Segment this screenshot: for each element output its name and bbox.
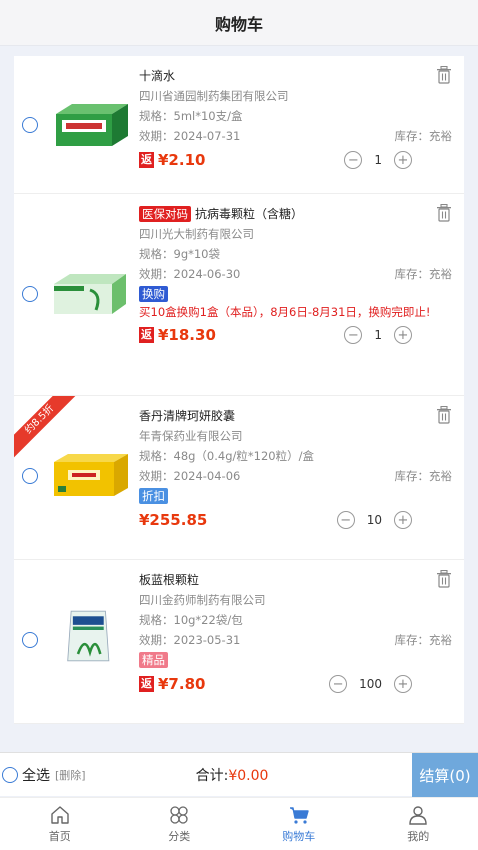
quantity-value[interactable]: 1 xyxy=(374,153,382,167)
price: ¥255.85 xyxy=(139,511,208,529)
plus-button[interactable]: + xyxy=(394,675,412,693)
item-select-radio[interactable] xyxy=(22,632,38,648)
tab-cart[interactable]: 购物车 xyxy=(239,798,359,850)
item-select-radio[interactable] xyxy=(22,286,38,302)
quantity-stepper: − 100 + xyxy=(329,675,412,693)
manufacturer: 四川金药师制药有限公司 xyxy=(139,593,266,607)
delete-icon[interactable] xyxy=(436,570,452,588)
quantity-stepper: − 1 + xyxy=(344,326,412,344)
spec: 规格：5ml*10支/盒 xyxy=(139,109,243,123)
product-name[interactable]: 十滴水 xyxy=(139,66,452,86)
spec: 规格：10g*22袋/包 xyxy=(139,613,243,627)
page-title: 购物车 xyxy=(214,14,263,34)
item-select-radio[interactable] xyxy=(22,117,38,133)
expiry: 效期：2024-07-31 xyxy=(139,129,241,143)
spec: 规格：48g（0.4g/粒*120粒）/盒 xyxy=(139,449,314,463)
product-name[interactable]: 香丹清牌珂妍胶囊 xyxy=(139,406,452,426)
select-all-label[interactable]: 全选 xyxy=(22,765,50,785)
delete-icon[interactable] xyxy=(436,204,452,222)
product-image xyxy=(67,610,110,662)
tab-label: 首页 xyxy=(48,830,71,843)
discount-badge: 折扣 xyxy=(139,488,168,504)
tab-profile[interactable]: 我的 xyxy=(359,798,478,850)
minus-button[interactable]: − xyxy=(329,675,348,693)
tab-label: 我的 xyxy=(407,830,430,843)
product-name[interactable]: 抗病毒颗粒（含糖） xyxy=(195,207,303,221)
expiry: 效期：2023-05-31 xyxy=(139,633,241,647)
user-icon xyxy=(409,806,427,825)
delete-icon[interactable] xyxy=(436,66,452,84)
stock: 库存：充裕 xyxy=(394,469,453,483)
plus-button[interactable]: + xyxy=(394,511,412,529)
insurance-tag: 医保对码 xyxy=(139,206,191,222)
checkout-bar: 全选 [删除] 合计:¥0.00 结算(0) xyxy=(0,752,478,797)
total-label: 合计: xyxy=(195,767,229,784)
quantity-value[interactable]: 10 xyxy=(367,513,382,527)
quantity-stepper: − 10 + xyxy=(336,511,412,529)
cart-item: 十滴水 四川省通园制药集团有限公司 规格：5ml*10支/盒 效期：2024-0… xyxy=(14,56,464,194)
delete-icon[interactable] xyxy=(436,406,452,424)
plus-button[interactable]: + xyxy=(394,151,412,169)
product-image xyxy=(56,104,128,146)
quantity-stepper: − 1 + xyxy=(344,151,412,169)
premium-badge: 精品 xyxy=(139,652,168,668)
price: ¥18.30 xyxy=(158,326,216,344)
home-icon xyxy=(51,806,69,824)
spec: 规格：9g*10袋 xyxy=(139,247,220,261)
delete-link[interactable]: [删除] xyxy=(55,767,86,783)
item-select-radio[interactable] xyxy=(22,468,38,484)
cart-item: 约8.5折 香丹清牌珂妍胶囊 年青保药业有限公司 规格：48g（0.4g/粒*1… xyxy=(14,396,464,560)
minus-button[interactable]: − xyxy=(344,151,363,169)
cart-list: 十滴水 四川省通园制药集团有限公司 规格：5ml*10支/盒 效期：2024-0… xyxy=(14,56,464,724)
expiry: 效期：2024-06-30 xyxy=(139,267,241,281)
manufacturer: 四川省通园制药集团有限公司 xyxy=(139,89,289,103)
manufacturer: 四川光大制药有限公司 xyxy=(139,227,254,241)
exchange-badge: 换购 xyxy=(139,286,168,302)
return-tag: 返 xyxy=(139,327,154,343)
minus-button[interactable]: − xyxy=(336,511,355,529)
stock: 库存：充裕 xyxy=(394,633,453,647)
minus-button[interactable]: − xyxy=(344,326,363,344)
page-header: 购物车 xyxy=(0,0,478,46)
select-all-radio[interactable] xyxy=(2,766,18,783)
manufacturer: 年青保药业有限公司 xyxy=(139,429,243,443)
expiry: 效期：2024-04-06 xyxy=(139,469,241,483)
price: ¥2.10 xyxy=(158,151,206,169)
category-icon xyxy=(170,806,188,824)
select-all[interactable]: 全选 [删除] xyxy=(2,765,86,785)
total: 合计:¥0.00 xyxy=(196,765,269,785)
tab-label: 购物车 xyxy=(282,830,316,843)
stock: 库存：充裕 xyxy=(394,129,453,143)
total-value: ¥0.00 xyxy=(228,767,269,784)
price: ¥7.80 xyxy=(158,675,206,693)
cart-item: 板蓝根颗粒 四川金药师制药有限公司 规格：10g*22袋/包 效期：2023-0… xyxy=(14,560,464,724)
checkout-button[interactable]: 结算(0) xyxy=(412,753,478,797)
quantity-value[interactable]: 1 xyxy=(374,328,382,342)
cart-icon xyxy=(289,807,309,824)
return-tag: 返 xyxy=(139,152,154,168)
stock: 库存：充裕 xyxy=(394,267,453,281)
product-image xyxy=(54,274,126,314)
product-name[interactable]: 板蓝根颗粒 xyxy=(139,570,452,590)
tab-bar: 首页 分类 购物车 我的 xyxy=(0,797,478,850)
promo-text: 买10盒换购1盒（本品），8月6日-8月31日，换购完即止! xyxy=(139,305,431,319)
plus-button[interactable]: + xyxy=(394,326,412,344)
return-tag: 返 xyxy=(139,676,154,692)
tab-label: 分类 xyxy=(168,830,191,843)
product-image xyxy=(54,454,128,496)
cart-item: 医保对码 抗病毒颗粒（含糖） 四川光大制药有限公司 规格：9g*10袋 效期：20… xyxy=(14,194,464,396)
tab-home[interactable]: 首页 xyxy=(0,798,120,850)
tab-category[interactable]: 分类 xyxy=(120,798,240,850)
quantity-value[interactable]: 100 xyxy=(359,677,382,691)
